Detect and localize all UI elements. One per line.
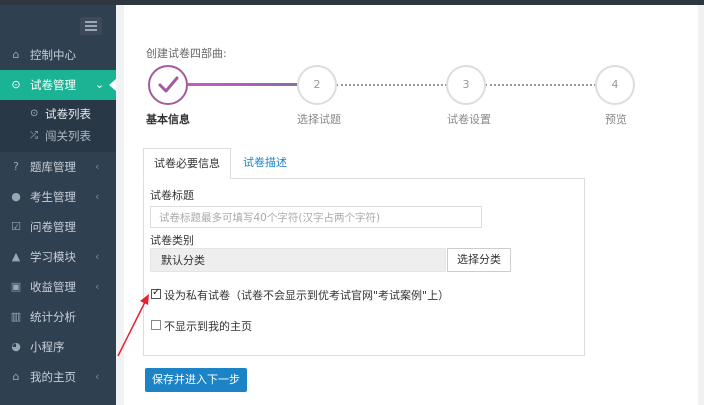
category-field: 默认分类: [150, 248, 446, 272]
chevron-down-icon: ⌄: [95, 78, 105, 91]
sidebar-item-label: 考生管理: [30, 190, 76, 204]
step-2-circle[interactable]: 2: [297, 65, 337, 105]
home-icon: ⌂: [12, 370, 20, 383]
sidebar-item-control-center[interactable]: ⌂ 控制中心: [0, 40, 116, 70]
step-progress-line: [186, 83, 298, 86]
category-label: 试卷类别: [150, 234, 194, 247]
step-1-circle[interactable]: [148, 65, 188, 105]
sidebar-item-label: 我的主页: [30, 370, 76, 384]
step-4-circle[interactable]: 4: [595, 65, 635, 105]
sidebar-item-label: 问卷管理: [30, 220, 76, 234]
help-circle-icon: ?: [13, 160, 19, 173]
wechat-icon: ◕: [11, 340, 21, 353]
tab-description[interactable]: 试卷描述: [233, 148, 297, 178]
money-icon: ▣: [10, 280, 22, 293]
sidebar-subitem-exam-list[interactable]: ⊙ 试卷列表: [0, 103, 116, 125]
sidebar-item-my-homepage[interactable]: ⌂ 我的主页 ‹: [0, 362, 116, 392]
select-category-button[interactable]: 选择分类: [447, 248, 511, 272]
check-circle-icon: ⊙: [11, 78, 21, 91]
check-circle-icon: ⊙: [30, 108, 39, 119]
chevron-left-icon: ‹: [95, 280, 100, 293]
home-icon: ⌂: [12, 48, 20, 61]
sidebar-item-question-bank[interactable]: ? 题库管理 ‹: [0, 152, 116, 182]
menu-toggle-icon[interactable]: [80, 17, 102, 35]
sidebar-item-label: 试卷管理: [30, 78, 76, 92]
checkbox-icon: ☑: [11, 220, 21, 233]
hide-homepage-checkbox-label: 不显示到我的主页: [164, 320, 252, 333]
step-connector: [485, 84, 596, 86]
graduation-cap-icon: ▲: [11, 250, 21, 263]
sidebar-item-exam-management[interactable]: ⊙ 试卷管理 ⌄: [0, 70, 116, 100]
sidebar-item-label: 收益管理: [30, 280, 76, 294]
step-connector: [336, 84, 447, 86]
chevron-left-icon: ‹: [95, 250, 100, 263]
shuffle-icon: ⤮: [30, 130, 38, 141]
form-tabs: 试卷必要信息 试卷描述: [143, 148, 583, 179]
chevron-left-icon: ‹: [95, 370, 100, 383]
sidebar-menu: ⌂ 控制中心 ⊙ 试卷管理 ⌄ ⊙ 试卷列表 ⤮ 闯关列表 ? 题库管理 ‹ ●…: [0, 40, 116, 392]
submenu: ⊙ 试卷列表 ⤮ 闯关列表: [0, 100, 116, 152]
private-checkbox-label: 设为私有试卷（试卷不会显示到优考试官网"考试案例"上）: [164, 289, 450, 302]
sidebar-item-label: 题库管理: [30, 160, 76, 174]
sidebar-item-label: 小程序: [30, 340, 65, 354]
bar-chart-icon: ▥: [10, 310, 22, 323]
sidebar-item-learning-module[interactable]: ▲ 学习模块 ‹: [0, 242, 116, 272]
sidebar-item-label: 统计分析: [30, 310, 76, 324]
check-icon: [158, 76, 179, 93]
sidebar-subitem-label: 闯关列表: [45, 129, 91, 143]
sidebar-subitem-level-list[interactable]: ⤮ 闯关列表: [0, 125, 116, 147]
wizard-heading: 创建试卷四部曲:: [146, 47, 227, 60]
step-3-circle[interactable]: 3: [446, 65, 486, 105]
title-input[interactable]: 试卷标题最多可填写40个字符(汉字占两个字符): [150, 206, 482, 228]
chevron-left-icon: ‹: [95, 190, 100, 203]
save-next-button[interactable]: 保存并进入下一步: [145, 368, 247, 392]
step-2-label: 选择试题: [297, 113, 341, 126]
sidebar-subitem-label: 试卷列表: [45, 107, 91, 121]
tab-required-info[interactable]: 试卷必要信息: [143, 148, 231, 179]
title-label: 试卷标题: [150, 189, 194, 202]
sidebar-item-survey-management[interactable]: ☑ 问卷管理: [0, 212, 116, 242]
chevron-left-icon: ‹: [95, 160, 100, 173]
sidebar-item-candidate-management[interactable]: ● 考生管理 ‹: [0, 182, 116, 212]
sidebar-item-revenue-management[interactable]: ▣ 收益管理 ‹: [0, 272, 116, 302]
step-3-label: 试卷设置: [447, 113, 491, 126]
step-1-label: 基本信息: [146, 113, 190, 126]
step-4-label: 预览: [605, 113, 627, 126]
user-icon: ●: [11, 190, 21, 203]
sidebar: ⌂ 控制中心 ⊙ 试卷管理 ⌄ ⊙ 试卷列表 ⤮ 闯关列表 ? 题库管理 ‹ ●…: [0, 5, 116, 405]
private-checkbox[interactable]: [151, 287, 161, 299]
sidebar-item-label: 学习模块: [30, 250, 76, 264]
sidebar-item-label: 控制中心: [30, 48, 76, 62]
hide-homepage-checkbox[interactable]: [151, 320, 161, 330]
sidebar-item-mini-program[interactable]: ◕ 小程序: [0, 332, 116, 362]
sidebar-item-statistics[interactable]: ▥ 统计分析: [0, 302, 116, 332]
